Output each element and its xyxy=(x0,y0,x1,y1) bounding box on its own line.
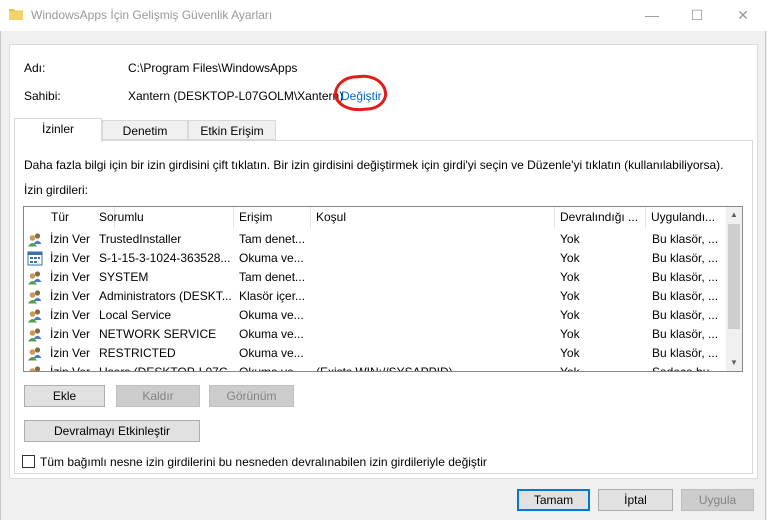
cell-applies: Bu klasör, ... xyxy=(652,270,719,284)
cell-type: İzin Ver xyxy=(50,308,91,322)
cell-access: Okuma ve... xyxy=(239,365,304,372)
group-users-icon xyxy=(27,327,43,342)
cell-condition xyxy=(316,325,552,344)
group-users-icon xyxy=(27,308,43,323)
column-header-access[interactable]: Erişim xyxy=(234,207,311,228)
column-header-inherited-from[interactable]: Devralındığı ... xyxy=(555,207,646,228)
app-package-icon xyxy=(27,251,43,266)
tab-permissions[interactable]: İzinler xyxy=(14,118,102,142)
cell-condition: (Exists WIN://SYSAPPID) xyxy=(316,365,453,372)
owner-value: Xantern (DESKTOP-L07GOLM\Xantern) xyxy=(128,89,344,103)
cell-type: İzin Ver xyxy=(50,365,91,372)
vertical-scrollbar[interactable]: ▲ ▼ xyxy=(726,207,742,371)
table-row[interactable]: İzin Ver RESTRICTED Okuma ve... Yok Bu klasö… xyxy=(24,344,727,363)
cell-applies: Bu klasör, ... xyxy=(652,289,719,303)
cell-inherited: Yok xyxy=(560,365,580,372)
table-row[interactable]: İzin Ver Local Service Okuma ve... Yok Bu kl… xyxy=(24,306,727,325)
permission-entries-label: İzin girdileri: xyxy=(24,183,89,197)
window-title: WindowsApps İçin Gelişmiş Güvenlik Ayarl… xyxy=(31,8,273,22)
cell-access: Okuma ve... xyxy=(239,308,304,322)
cell-access: Okuma ve... xyxy=(239,327,304,341)
cell-condition xyxy=(316,249,552,268)
tab-effective-access[interactable]: Etkin Erişim xyxy=(188,120,276,140)
replace-child-permissions-label: Tüm bağımlı nesne izin girdilerini bu ne… xyxy=(40,455,487,469)
view-button[interactable]: Görünüm xyxy=(209,385,294,407)
cell-principal: Local Service xyxy=(99,308,172,322)
cell-applies: Sadece bu... xyxy=(652,365,720,372)
add-button[interactable]: Ekle xyxy=(24,385,105,407)
group-users-icon xyxy=(27,346,43,361)
group-users-icon xyxy=(27,232,43,247)
cell-inherited: Yok xyxy=(560,232,580,246)
cell-principal: SYSTEM xyxy=(99,270,149,284)
table-row[interactable]: İzin Ver Administrators (DESKT... Klasör i… xyxy=(24,287,727,306)
cell-principal: Users (DESKTOP-L07G... xyxy=(99,365,231,372)
cancel-button[interactable]: İptal xyxy=(598,489,673,511)
close-button[interactable]: ✕ xyxy=(720,0,766,31)
minimize-button[interactable]: — xyxy=(629,0,675,31)
cell-principal: TrustedInstaller xyxy=(99,232,182,246)
cell-condition xyxy=(316,230,552,249)
folder-icon xyxy=(9,9,23,20)
cell-access: Tam denet... xyxy=(239,270,306,284)
ok-button[interactable]: Tamam xyxy=(517,489,590,511)
maximize-button[interactable]: ☐ xyxy=(674,0,720,31)
cell-inherited: Yok xyxy=(560,308,580,322)
title-bar: WindowsApps İçin Gelişmiş Güvenlik Ayarl… xyxy=(0,0,767,31)
table-row[interactable]: İzin Ver S-1-15-3-1024-363528... Okuma ve.… xyxy=(24,249,727,268)
tab-auditing[interactable]: Denetim xyxy=(102,120,188,140)
scroll-up-arrow-icon[interactable]: ▲ xyxy=(726,207,742,223)
table-row[interactable]: İzin Ver SYSTEM Tam denet... Yok Bu klasör, … xyxy=(24,268,727,287)
replace-child-permissions-checkbox[interactable] xyxy=(22,455,35,468)
table-row[interactable]: İzin Ver NETWORK SERVICE Okuma ve... Yok Bu … xyxy=(24,325,727,344)
cell-access: Tam denet... xyxy=(239,232,306,246)
cell-type: İzin Ver xyxy=(50,251,91,265)
column-header-condition[interactable]: Koşul xyxy=(311,207,555,228)
cell-condition xyxy=(316,287,552,306)
cell-applies: Bu klasör, ... xyxy=(652,251,719,265)
cell-principal: S-1-15-3-1024-363528... xyxy=(99,251,231,265)
column-header-applies-to[interactable]: Uygulandı... xyxy=(646,207,727,228)
cell-applies: Bu klasör, ... xyxy=(652,308,719,322)
cell-principal: RESTRICTED xyxy=(99,346,176,360)
cell-access: Okuma ve... xyxy=(239,251,304,265)
cell-type: İzin Ver xyxy=(50,289,91,303)
cell-inherited: Yok xyxy=(560,251,580,265)
scroll-down-arrow-icon[interactable]: ▼ xyxy=(726,355,742,371)
cell-condition xyxy=(316,268,552,287)
cell-condition xyxy=(316,344,552,363)
cell-access: Okuma ve... xyxy=(239,346,304,360)
cell-principal: NETWORK SERVICE xyxy=(99,327,217,341)
info-text: Daha fazla bilgi için bir izin girdisini… xyxy=(24,158,724,172)
table-row[interactable]: İzin Ver Users (DESKTOP-L07G... Okuma ve..… xyxy=(24,363,727,372)
cell-inherited: Yok xyxy=(560,289,580,303)
cell-type: İzin Ver xyxy=(50,327,91,341)
cell-principal: Administrators (DESKT... xyxy=(99,289,231,303)
cell-inherited: Yok xyxy=(560,270,580,284)
permission-entries-list[interactable]: Tür Sorumlu Erişim Koşul Devralındığı ..… xyxy=(23,206,743,372)
cell-applies: Bu klasör, ... xyxy=(652,346,719,360)
apply-button[interactable]: Uygula xyxy=(681,489,754,511)
cell-access: Klasör içer... xyxy=(239,289,306,303)
cell-applies: Bu klasör, ... xyxy=(652,327,719,341)
cell-type: İzin Ver xyxy=(50,270,91,284)
group-users-icon xyxy=(27,270,43,285)
group-users-icon xyxy=(27,289,43,304)
table-row[interactable]: İzin Ver TrustedInstaller Tam denet... Yok B… xyxy=(24,230,727,249)
name-label: Adı: xyxy=(24,61,46,75)
scroll-thumb[interactable] xyxy=(728,224,740,329)
column-header-principal[interactable]: Sorumlu xyxy=(94,207,234,228)
cell-condition xyxy=(316,306,552,325)
group-users-icon xyxy=(27,365,43,371)
cell-inherited: Yok xyxy=(560,327,580,341)
cell-type: İzin Ver xyxy=(50,346,91,360)
owner-label: Sahibi: xyxy=(24,89,61,103)
cell-type: İzin Ver xyxy=(50,232,91,246)
enable-inheritance-button[interactable]: Devralmayı Etkinleştir xyxy=(24,420,200,442)
name-value: C:\Program Files\WindowsApps xyxy=(128,61,298,75)
remove-button[interactable]: Kaldır xyxy=(116,385,200,407)
cell-inherited: Yok xyxy=(560,346,580,360)
cell-applies: Bu klasör, ... xyxy=(652,232,719,246)
